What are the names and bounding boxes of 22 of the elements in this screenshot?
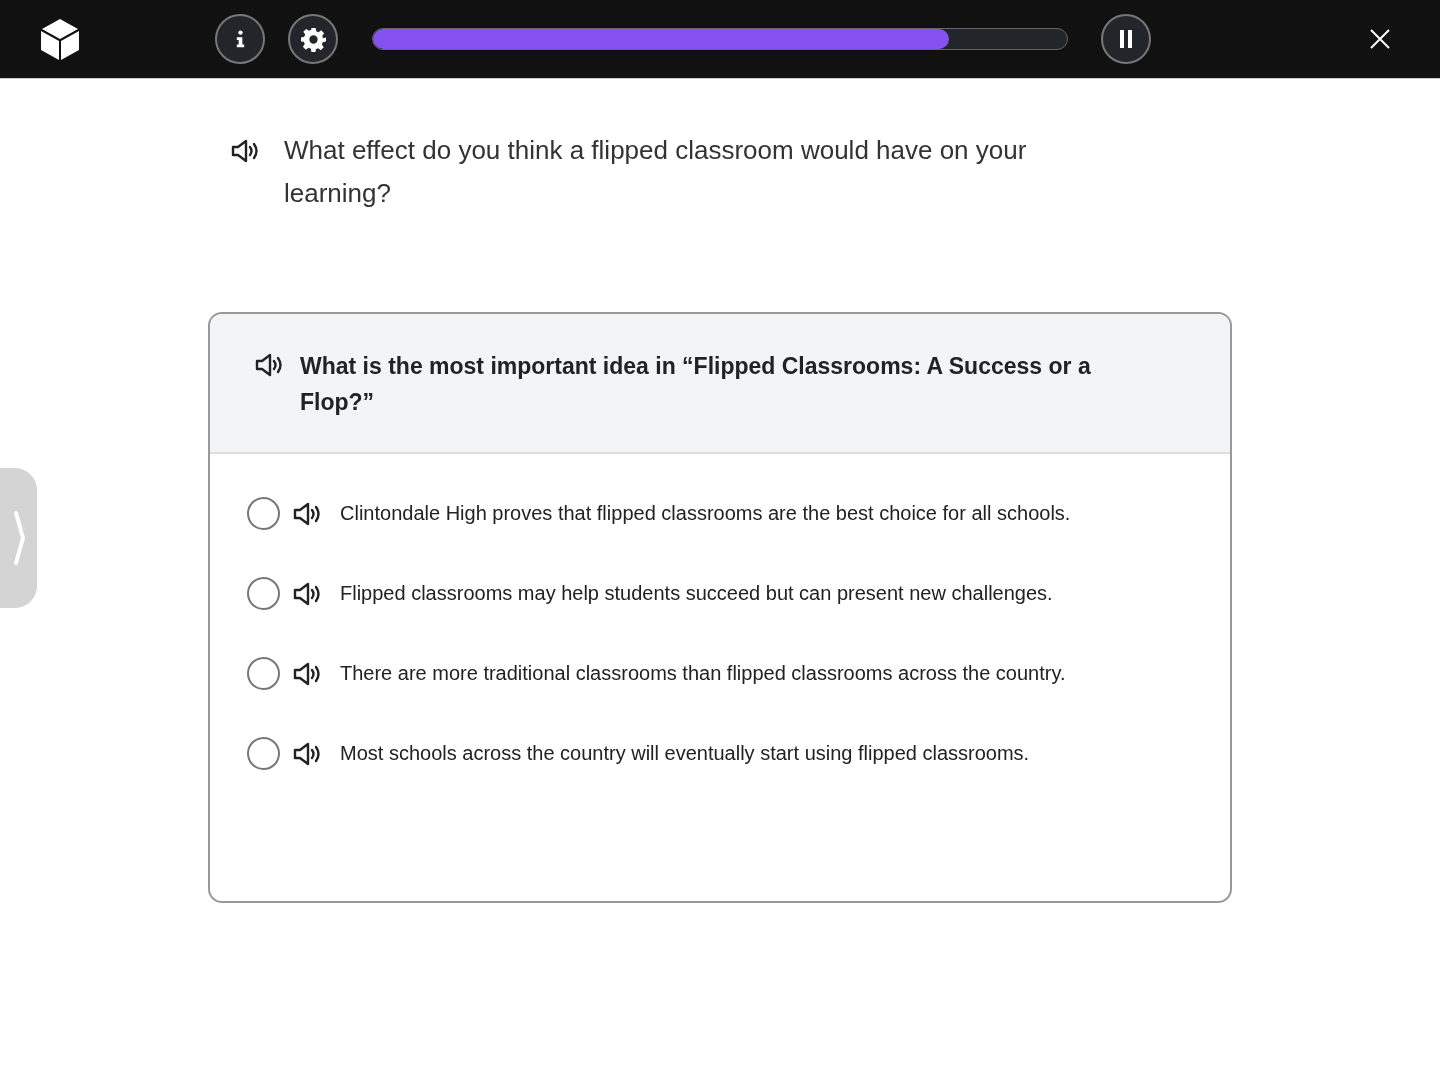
- pause-icon: [1119, 30, 1133, 48]
- answer-option[interactable]: There are more traditional classrooms than flipped classrooms across the country.: [340, 662, 1066, 685]
- radio-button[interactable]: [247, 497, 280, 530]
- speaker-button[interactable]: [230, 137, 260, 165]
- close-button[interactable]: [1368, 27, 1392, 51]
- close-icon: [1370, 29, 1390, 49]
- settings-button[interactable]: [288, 14, 338, 64]
- radio-button[interactable]: [247, 657, 280, 690]
- chevron-right-icon: [12, 510, 25, 566]
- radio-button[interactable]: [247, 737, 280, 770]
- prompt-text: What effect do you think a flipped classroom would have on your learning?: [284, 134, 1028, 210]
- info-icon: [234, 29, 246, 49]
- answer-option[interactable]: Flipped classrooms may help students succeed but can present new challenges.: [340, 582, 1053, 605]
- cube-logo-icon: [40, 17, 80, 61]
- speaker-button[interactable]: [254, 351, 284, 379]
- answer-option[interactable]: Clintondale High proves that flipped classrooms are the best choice for all schools.: [340, 502, 1071, 525]
- info-button[interactable]: [215, 14, 265, 64]
- answer-option[interactable]: Most schools across the country will eventually start using flipped classrooms.: [340, 742, 1030, 765]
- pause-button[interactable]: [1101, 14, 1151, 64]
- question-text: What is the most important idea in “Flipped Classrooms: A Success or a Flop?”: [300, 352, 1092, 417]
- settings-icon: [300, 26, 326, 52]
- radio-button[interactable]: [247, 577, 280, 610]
